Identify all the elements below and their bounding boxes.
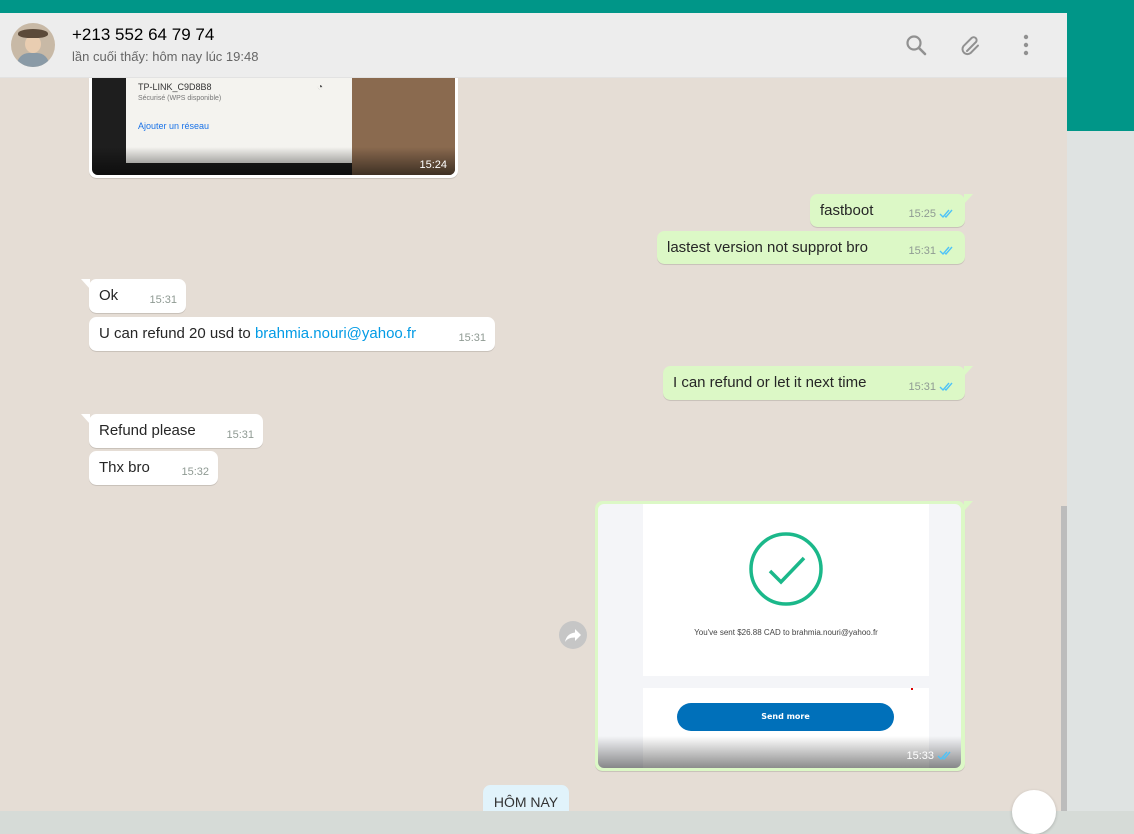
message-text: Thx bro bbox=[99, 459, 150, 476]
incoming-message[interactable]: Ok 15:31 bbox=[81, 279, 186, 313]
message-time: 15:31 bbox=[226, 429, 254, 441]
read-receipt-icon bbox=[939, 246, 953, 256]
send-more-button: Send more bbox=[677, 703, 894, 731]
outgoing-message[interactable]: I can refund or let it next time 15:31 bbox=[663, 366, 973, 400]
scroll-down-button[interactable] bbox=[1012, 790, 1056, 834]
chat-header: +213 552 64 79 74 lần cuối thấy: hôm nay… bbox=[0, 13, 1067, 78]
chat-window: +213 552 64 79 74 lần cuối thấy: hôm nay… bbox=[0, 13, 1067, 811]
contact-name[interactable]: +213 552 64 79 74 bbox=[72, 25, 214, 45]
message-time: 15:31 bbox=[149, 294, 177, 306]
outgoing-message[interactable]: fastboot 15:25 bbox=[810, 194, 973, 227]
incoming-message[interactable]: U can refund 20 usd to brahmia.nouri@yah… bbox=[89, 317, 495, 351]
search-icon[interactable] bbox=[904, 33, 928, 57]
message-text: Refund please bbox=[99, 422, 196, 439]
wifi-network-name: TP-LINK_C9D8B8 bbox=[138, 82, 212, 92]
message-time: 15:24 bbox=[419, 159, 447, 171]
message-text: lastest version not supprot bro bbox=[667, 239, 868, 256]
read-receipt-icon bbox=[939, 209, 953, 219]
add-network-link: Ajouter un réseau bbox=[138, 121, 210, 131]
message-list[interactable]: TP-LINK_C9D8B8 Sécurisé (WPS disponible)… bbox=[0, 78, 1067, 811]
attach-icon[interactable] bbox=[959, 33, 983, 57]
message-text: Ok bbox=[99, 287, 119, 304]
incoming-message[interactable]: Thx bro 15:32 bbox=[89, 451, 218, 485]
top-accent-bar bbox=[0, 0, 1134, 13]
date-divider: HÔM NAY bbox=[483, 785, 569, 811]
forward-icon bbox=[565, 629, 581, 642]
outgoing-image-message[interactable]: You've sent $26.88 CAD to brahmia.nouri@… bbox=[595, 501, 973, 771]
message-text: I can refund or let it next time bbox=[673, 374, 867, 391]
email-link[interactable]: brahmia.nouri@yahoo.fr bbox=[255, 325, 416, 342]
message-time: 15:32 bbox=[181, 466, 209, 478]
incoming-message[interactable]: Refund please 15:31 bbox=[81, 414, 263, 448]
menu-icon[interactable] bbox=[1014, 33, 1038, 57]
payment-sent-text: You've sent $26.88 CAD to brahmia.nouri@… bbox=[694, 628, 878, 637]
side-panel-accent bbox=[1067, 13, 1134, 131]
message-text: fastboot bbox=[820, 202, 874, 219]
message-time: 15:31 bbox=[908, 381, 955, 393]
last-seen-status: lần cuối thấy: hôm nay lúc 19:48 bbox=[72, 49, 259, 64]
scrollbar[interactable] bbox=[1061, 506, 1067, 811]
wifi-screenshot-image[interactable]: TP-LINK_C9D8B8 Sécurisé (WPS disponible)… bbox=[92, 78, 455, 175]
message-time: 15:31 bbox=[458, 332, 486, 344]
wifi-icon: ◔ bbox=[317, 82, 324, 93]
read-receipt-icon bbox=[939, 382, 953, 392]
outgoing-message[interactable]: lastest version not supprot bro 15:31 bbox=[657, 231, 965, 264]
avatar[interactable] bbox=[11, 23, 55, 67]
read-receipt-icon bbox=[937, 751, 951, 761]
message-time: 15:31 bbox=[908, 245, 955, 257]
payment-confirmation-image[interactable]: You've sent $26.88 CAD to brahmia.nouri@… bbox=[598, 504, 961, 768]
message-text: U can refund 20 usd to brahmia.nouri@yah… bbox=[99, 325, 417, 342]
forward-button[interactable] bbox=[559, 621, 587, 649]
checkmark-circle-icon bbox=[749, 532, 823, 606]
message-time: 15:25 bbox=[908, 208, 955, 220]
message-time: 15:33 bbox=[906, 750, 953, 762]
side-panel bbox=[1067, 13, 1134, 811]
wifi-network-status: Sécurisé (WPS disponible) bbox=[138, 95, 222, 102]
incoming-image-message[interactable]: TP-LINK_C9D8B8 Sécurisé (WPS disponible)… bbox=[89, 78, 458, 178]
